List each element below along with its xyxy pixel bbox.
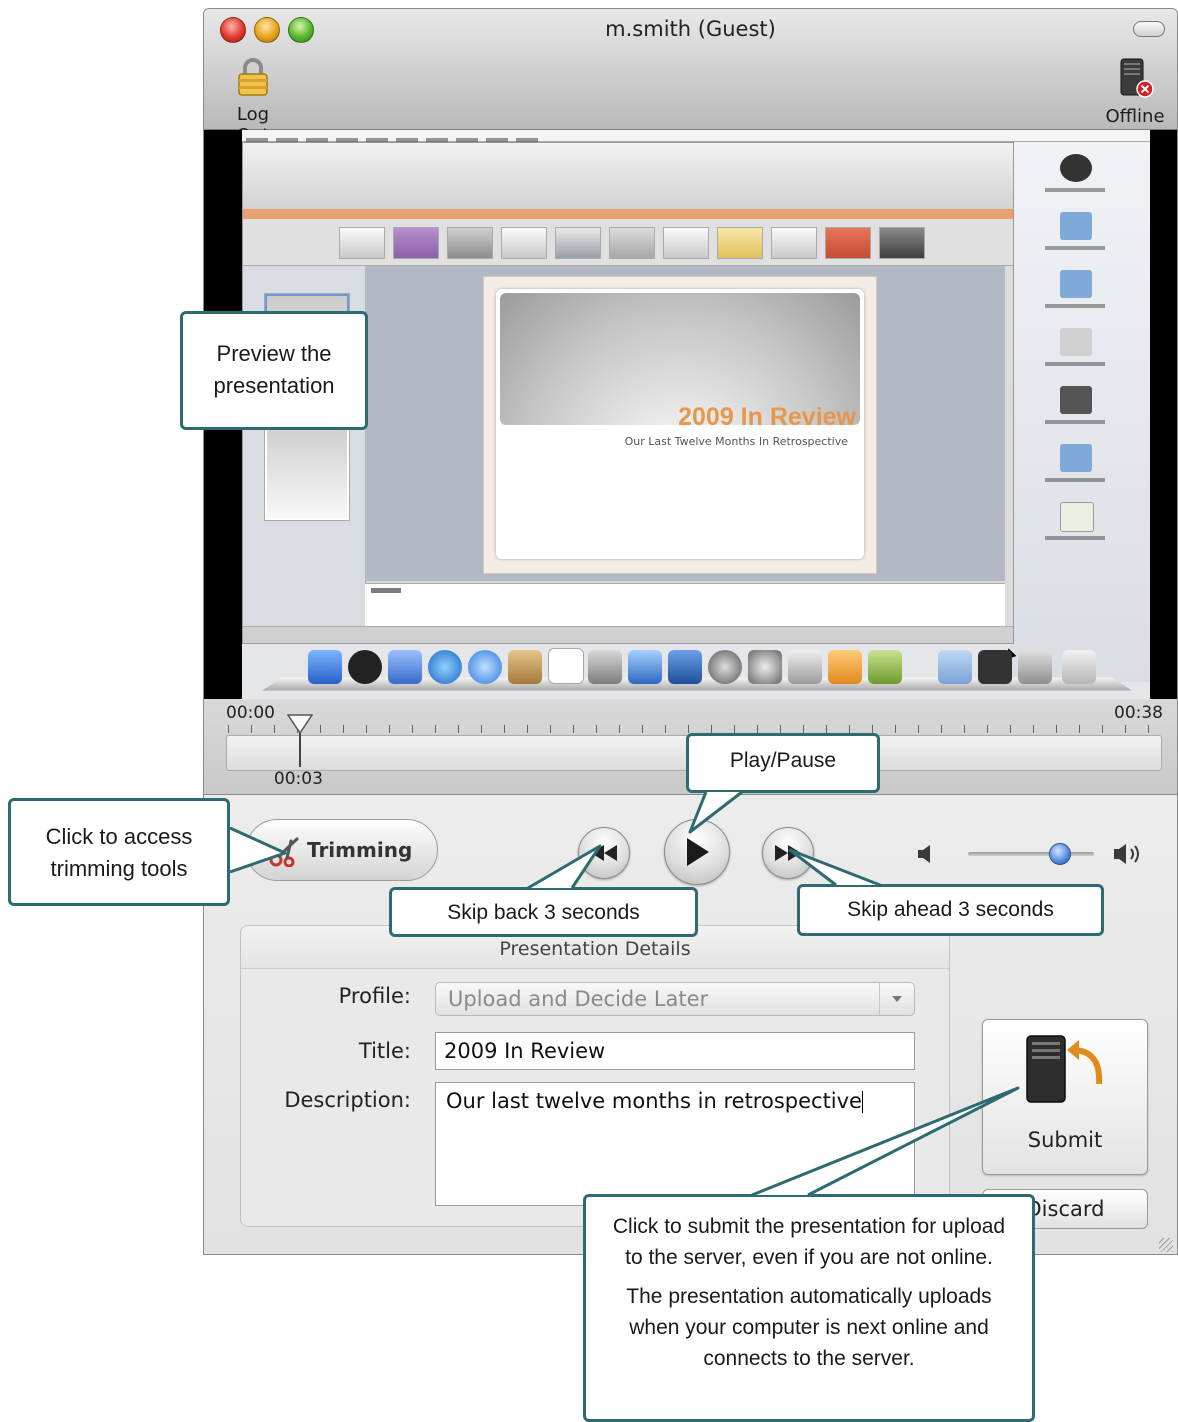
start-time: 00:00 [226, 703, 275, 723]
volume-low-icon [916, 843, 936, 869]
title-input[interactable]: 2009 In Review [435, 1032, 915, 1070]
offline-label: Offline [1105, 106, 1165, 127]
callout-skip-ahead: Skip ahead 3 seconds [797, 884, 1104, 936]
callout-play-pause: Play/Pause [686, 733, 880, 793]
volume-slider-knob[interactable] [1048, 843, 1071, 865]
toolbar-toggle-button[interactable] [1133, 21, 1165, 37]
desktop-icon-label [1045, 536, 1105, 540]
desktop-drive-icon [1060, 328, 1092, 356]
desktop-icon-label [1045, 362, 1105, 366]
skip-ahead-button[interactable] [762, 827, 814, 879]
padlock-icon [218, 57, 288, 102]
recorded-notes-pane [365, 583, 1005, 628]
recorded-app-ribbon [243, 209, 1013, 266]
callout-trimming-line: trimming tools [50, 856, 188, 881]
window-title: m.smith (Guest) [605, 17, 776, 41]
trimming-button[interactable]: Trimming [246, 819, 438, 881]
title-bar: m.smith (Guest) Log Out [204, 9, 1177, 146]
recorded-desktop [1010, 142, 1150, 682]
skip-back-button[interactable] [578, 827, 630, 879]
text-caret [861, 1091, 863, 1113]
offline-status-button[interactable]: Offline [1103, 57, 1167, 127]
rewind-icon [591, 845, 617, 861]
recorded-screen: 2009 In Review Our Last Twelve Months In… [242, 130, 1150, 699]
resize-grip[interactable] [1159, 1238, 1173, 1252]
recorded-slide-canvas: 2009 In Review Our Last Twelve Months In… [365, 266, 1017, 660]
presentation-details-panel: Presentation Details Profile: Upload and… [240, 925, 950, 1227]
description-label: Description: [284, 1088, 411, 1112]
slide-thumbnail [264, 415, 350, 521]
desktop-icon-label [1045, 246, 1105, 250]
callout-trimming: Click to access trimming tools [8, 798, 230, 906]
callout-skip-back: Skip back 3 seconds [389, 887, 698, 937]
slide-title: 2009 In Review [678, 403, 856, 431]
trimming-label: Trimming [307, 838, 413, 862]
volume-high-icon [1112, 841, 1146, 871]
desktop-icon-label [1045, 304, 1105, 308]
callout-submit: Click to submit the presentation for upl… [583, 1194, 1035, 1422]
desktop-document-icon [1060, 502, 1094, 532]
desktop-disk-icon [1060, 154, 1092, 182]
server-offline-icon [1103, 57, 1167, 104]
desktop-folder-icon [1060, 212, 1092, 240]
recorded-slide: 2009 In Review Our Last Twelve Months In… [483, 276, 877, 574]
details-title: Presentation Details [499, 938, 691, 960]
current-time: 00:03 [273, 769, 323, 789]
end-time: 00:38 [1114, 703, 1163, 723]
profile-label: Profile: [338, 984, 411, 1008]
callout-submit-paragraph: Click to submit the presentation for upl… [612, 1215, 1006, 1269]
description-text: Our last twelve months in retrospective [446, 1089, 862, 1113]
callout-trimming-line: Click to access [45, 824, 193, 849]
dropdown-arrow-icon [879, 983, 914, 1015]
submit-button[interactable]: Submit [982, 1019, 1148, 1175]
callout-preview-line: Preview the [216, 341, 332, 366]
callout-preview-line: presentation [213, 373, 335, 398]
title-label: Title: [358, 1039, 411, 1063]
desktop-icon-label [1045, 420, 1105, 424]
callout-submit-paragraph: The presentation automatically uploads w… [626, 1285, 992, 1370]
play-icon [687, 838, 709, 866]
play-pause-button[interactable] [664, 819, 730, 885]
recorded-dock [262, 642, 1132, 696]
profile-value: Upload and Decide Later [448, 987, 709, 1011]
desktop-icon-label [1045, 478, 1105, 482]
recorded-menu-bar [242, 130, 1150, 142]
recorded-app-toolbar [243, 143, 1013, 212]
profile-select[interactable]: Upload and Decide Later [435, 982, 915, 1016]
desktop-folder-icon [1060, 270, 1092, 298]
slide-subtitle: Our Last Twelve Months In Retrospective [624, 435, 848, 448]
desktop-folder-icon [1060, 444, 1092, 472]
desktop-file-icon [1060, 386, 1092, 414]
scissors-icon [269, 837, 303, 872]
controls-panel: Trimming Presentation Details Profile: U… [204, 795, 1177, 1254]
recorded-app-status-bar [243, 626, 1013, 643]
playhead-handle[interactable] [286, 713, 314, 773]
volume-slider-track[interactable] [968, 852, 1094, 856]
callout-preview: Preview the presentation [180, 311, 368, 430]
fast-forward-icon [775, 845, 801, 861]
server-upload-icon [1023, 1034, 1113, 1118]
desktop-icon-label [1045, 188, 1105, 192]
description-textarea[interactable]: Our last twelve months in retrospective [435, 1082, 915, 1206]
submit-label: Submit [1027, 1128, 1103, 1152]
app-window: m.smith (Guest) Log Out [203, 8, 1178, 1255]
timeline-ticks [228, 725, 1158, 733]
